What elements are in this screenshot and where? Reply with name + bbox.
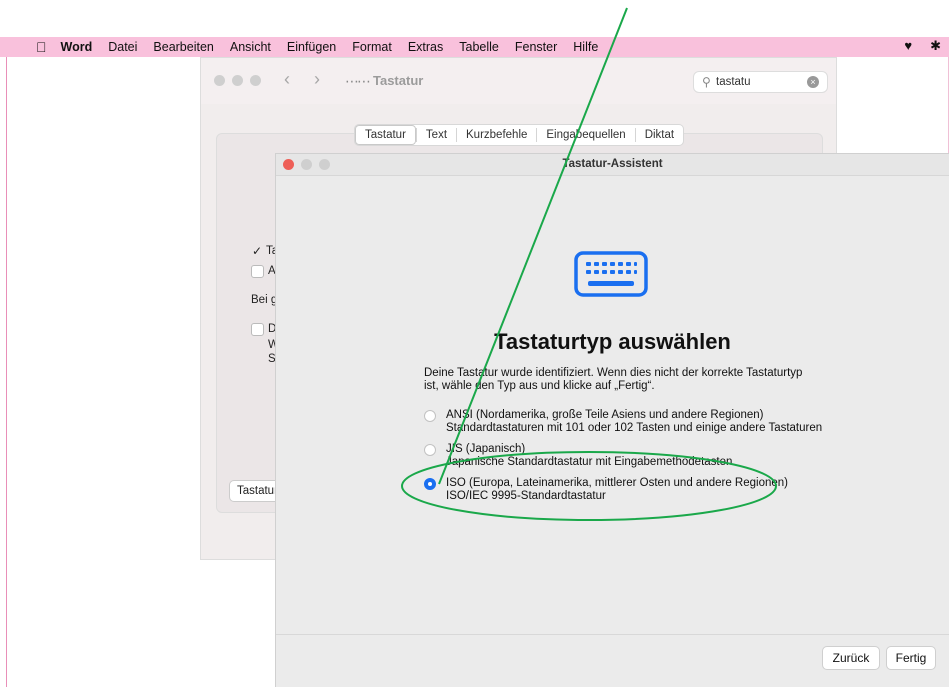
minimize-button[interactable] bbox=[232, 75, 243, 86]
heart-icon[interactable]: ♥ bbox=[904, 38, 912, 54]
window-edge bbox=[6, 57, 7, 687]
menu-hilfe[interactable]: Hilfe bbox=[573, 40, 598, 54]
radio-iso[interactable] bbox=[424, 478, 436, 490]
tab-diktat[interactable]: Diktat bbox=[634, 128, 683, 142]
dialog-titlebar: Tastatur-Assistent bbox=[276, 154, 949, 176]
option-iso[interactable]: ISO (Europa, Lateinamerika, mittlerer Os… bbox=[424, 477, 788, 502]
tab-tastatur[interactable]: Tastatur bbox=[355, 125, 416, 145]
checkbox-3[interactable] bbox=[251, 323, 264, 336]
bluetooth-icon[interactable]: ✱ bbox=[930, 38, 941, 54]
dialog-heading: Tastaturtyp auswählen bbox=[494, 329, 731, 354]
radio-ansi[interactable] bbox=[424, 410, 436, 422]
done-button[interactable]: Fertig bbox=[886, 646, 936, 670]
tab-kurzbefehle[interactable]: Kurzbefehle bbox=[456, 128, 536, 142]
screen:  Word Datei Bearbeiten Ansicht Einfügen… bbox=[0, 0, 949, 687]
menu-tabelle[interactable]: Tabelle bbox=[459, 40, 499, 54]
tab-text[interactable]: Text bbox=[415, 128, 456, 142]
option-iso-title: ISO (Europa, Lateinamerika, mittlerer Os… bbox=[446, 477, 788, 489]
prefs-toolbar: ‹ › ⋯⋯ Tastatur ⚲ tastatu × bbox=[201, 58, 836, 104]
dialog-title: Tastatur-Assistent bbox=[562, 158, 663, 170]
prefs-tab-bar: Tastatur Text Kurzbefehle Eingabequellen… bbox=[354, 124, 685, 146]
forward-chevron-icon[interactable]: › bbox=[314, 69, 320, 90]
prefs-title: Tastatur bbox=[373, 73, 424, 88]
option-iso-subtitle: ISO/IEC 9995-Standardtastatur bbox=[446, 489, 606, 502]
menu-bar:  Word Datei Bearbeiten Ansicht Einfügen… bbox=[0, 37, 949, 57]
search-field[interactable]: ⚲ tastatu × bbox=[693, 71, 828, 93]
option-jis-subtitle: Japanische Standardtastatur mit Eingabem… bbox=[446, 455, 733, 468]
zoom-button[interactable] bbox=[250, 75, 261, 86]
tab-eingabequellen[interactable]: Eingabequellen bbox=[536, 128, 634, 142]
dialog-description: Deine Tastatur wurde identifiziert. Wenn… bbox=[424, 367, 803, 392]
menu-format[interactable]: Format bbox=[352, 40, 392, 54]
grid-icon[interactable]: ⋯⋯ bbox=[345, 73, 371, 90]
back-button[interactable]: Zurück bbox=[822, 646, 880, 670]
menu-einfuegen[interactable]: Einfügen bbox=[287, 40, 336, 54]
option-ansi[interactable]: ANSI (Nordamerika, große Teile Asiens un… bbox=[424, 409, 822, 434]
keyboard-assistant-dialog: Tastatur-Assistent Tastaturtyp auswählen… bbox=[275, 153, 949, 687]
section-label: Bei g bbox=[251, 294, 278, 306]
menu-ansicht[interactable]: Ansicht bbox=[230, 40, 271, 54]
menu-bearbeiten[interactable]: Bearbeiten bbox=[153, 40, 213, 54]
dialog-footer-divider bbox=[276, 634, 949, 635]
option-ansi-subtitle: Standardtastaturen mit 101 oder 102 Tast… bbox=[446, 421, 823, 434]
close-button[interactable] bbox=[214, 75, 225, 86]
menu-extras[interactable]: Extras bbox=[408, 40, 443, 54]
menu-datei[interactable]: Datei bbox=[108, 40, 137, 54]
menu-fenster[interactable]: Fenster bbox=[515, 40, 557, 54]
keyboard-icon bbox=[574, 251, 648, 297]
option-jis-title: JIS (Japanisch) bbox=[446, 443, 526, 455]
search-input[interactable]: tastatu bbox=[716, 76, 751, 88]
checkbox-2[interactable] bbox=[251, 265, 264, 278]
menu-app-name[interactable]: Word bbox=[61, 40, 93, 54]
apple-icon[interactable]:  bbox=[36, 39, 47, 55]
clear-search-icon[interactable]: × bbox=[807, 76, 819, 88]
radio-jis[interactable] bbox=[424, 444, 436, 456]
back-chevron-icon[interactable]: ‹ bbox=[284, 69, 290, 90]
search-icon: ⚲ bbox=[702, 75, 711, 89]
option-ansi-title: ANSI (Nordamerika, große Teile Asiens un… bbox=[446, 409, 764, 421]
option-jis[interactable]: JIS (Japanisch) Japanische Standardtasta… bbox=[424, 443, 732, 468]
checkmark-icon[interactable]: ✓ bbox=[252, 244, 262, 258]
